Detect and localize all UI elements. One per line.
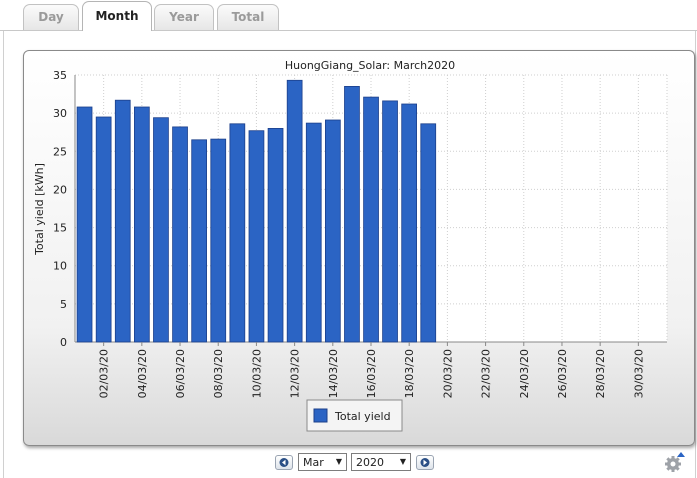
y-tick-label: 30 — [53, 107, 67, 120]
x-tick-label: 14/03/20 — [327, 349, 340, 398]
x-tick-label: 12/03/20 — [289, 349, 302, 398]
x-tick-label: 20/03/20 — [441, 349, 454, 398]
content-border-left — [3, 31, 4, 478]
bar-10/03/20 — [248, 130, 265, 343]
x-tick-label: 08/03/20 — [212, 349, 225, 398]
chart-panel: HuongGiang_Solar: March2020 Total yield … — [23, 50, 695, 446]
legend-swatch — [313, 408, 328, 423]
x-tick-label: 26/03/20 — [556, 349, 569, 398]
y-tick-label: 0 — [60, 336, 67, 349]
tab-bar: Day Month Year Total — [0, 0, 697, 31]
y-tick-label: 5 — [60, 298, 67, 311]
monthly-yield-chart: HuongGiang_Solar: March2020 Total yield … — [33, 59, 668, 432]
x-tick-label: 10/03/20 — [250, 349, 263, 398]
bar-07/03/20 — [191, 139, 207, 343]
chevron-down-icon: ▼ — [335, 457, 342, 466]
y-tick-label: 25 — [53, 145, 67, 158]
bar-05/03/20 — [153, 117, 169, 343]
bar-16/03/20 — [363, 96, 379, 343]
tab-day[interactable]: Day — [23, 4, 79, 30]
year-select[interactable]: 2020 ▼ — [351, 453, 411, 471]
month-select-value: Mar — [303, 456, 324, 469]
tab-year[interactable]: Year — [154, 4, 214, 30]
tab-month[interactable]: Month — [82, 1, 152, 31]
x-tick-label: 30/03/20 — [632, 349, 645, 398]
bar-17/03/20 — [382, 100, 398, 343]
tab-total[interactable]: Total — [217, 4, 279, 30]
bar-08/03/20 — [210, 138, 227, 343]
legend: Total yield — [306, 399, 403, 432]
legend-label: Total yield — [334, 410, 391, 423]
bar-13/03/20 — [305, 122, 322, 343]
bar-19/03/20 — [420, 123, 437, 343]
y-tick-label: 20 — [53, 183, 67, 196]
y-axis-label: Total yield [kWh] — [33, 163, 46, 256]
year-select-value: 2020 — [356, 456, 384, 469]
arrow-right-icon — [420, 458, 430, 467]
next-month-button[interactable] — [416, 455, 434, 470]
bar-14/03/20 — [324, 119, 341, 343]
arrow-left-icon — [279, 458, 289, 467]
chart-title: HuongGiang_Solar: March2020 — [285, 59, 455, 72]
bar-04/03/20 — [134, 106, 150, 343]
prev-month-button[interactable] — [275, 455, 293, 470]
x-tick-label: 24/03/20 — [518, 349, 531, 398]
bar-09/03/20 — [229, 123, 246, 343]
month-select[interactable]: Mar ▼ — [298, 453, 347, 471]
x-tick-label: 16/03/20 — [365, 349, 378, 398]
chevron-down-icon: ▼ — [399, 457, 406, 466]
x-tick-label: 06/03/20 — [174, 349, 187, 398]
x-tick-label: 18/03/20 — [403, 349, 416, 398]
y-tick-label: 10 — [53, 260, 67, 273]
bar-12/03/20 — [286, 79, 303, 343]
bar-01/03/20 — [76, 106, 93, 343]
bar-06/03/20 — [172, 126, 188, 343]
x-tick-label: 04/03/20 — [136, 349, 149, 398]
bar-18/03/20 — [401, 103, 418, 343]
x-tick-label: 28/03/20 — [594, 349, 607, 398]
gear-icon — [665, 452, 685, 472]
y-tick-label: 35 — [53, 69, 67, 82]
y-tick-label: 15 — [53, 222, 67, 235]
bar-02/03/20 — [95, 116, 112, 343]
bar-03/03/20 — [114, 99, 131, 343]
bar-11/03/20 — [267, 128, 284, 343]
content-border-right — [695, 31, 696, 478]
bar-15/03/20 — [344, 86, 360, 343]
settings-gear-button[interactable] — [664, 451, 686, 473]
x-tick-label: 02/03/20 — [98, 349, 111, 398]
x-tick-label: 22/03/20 — [480, 349, 493, 398]
